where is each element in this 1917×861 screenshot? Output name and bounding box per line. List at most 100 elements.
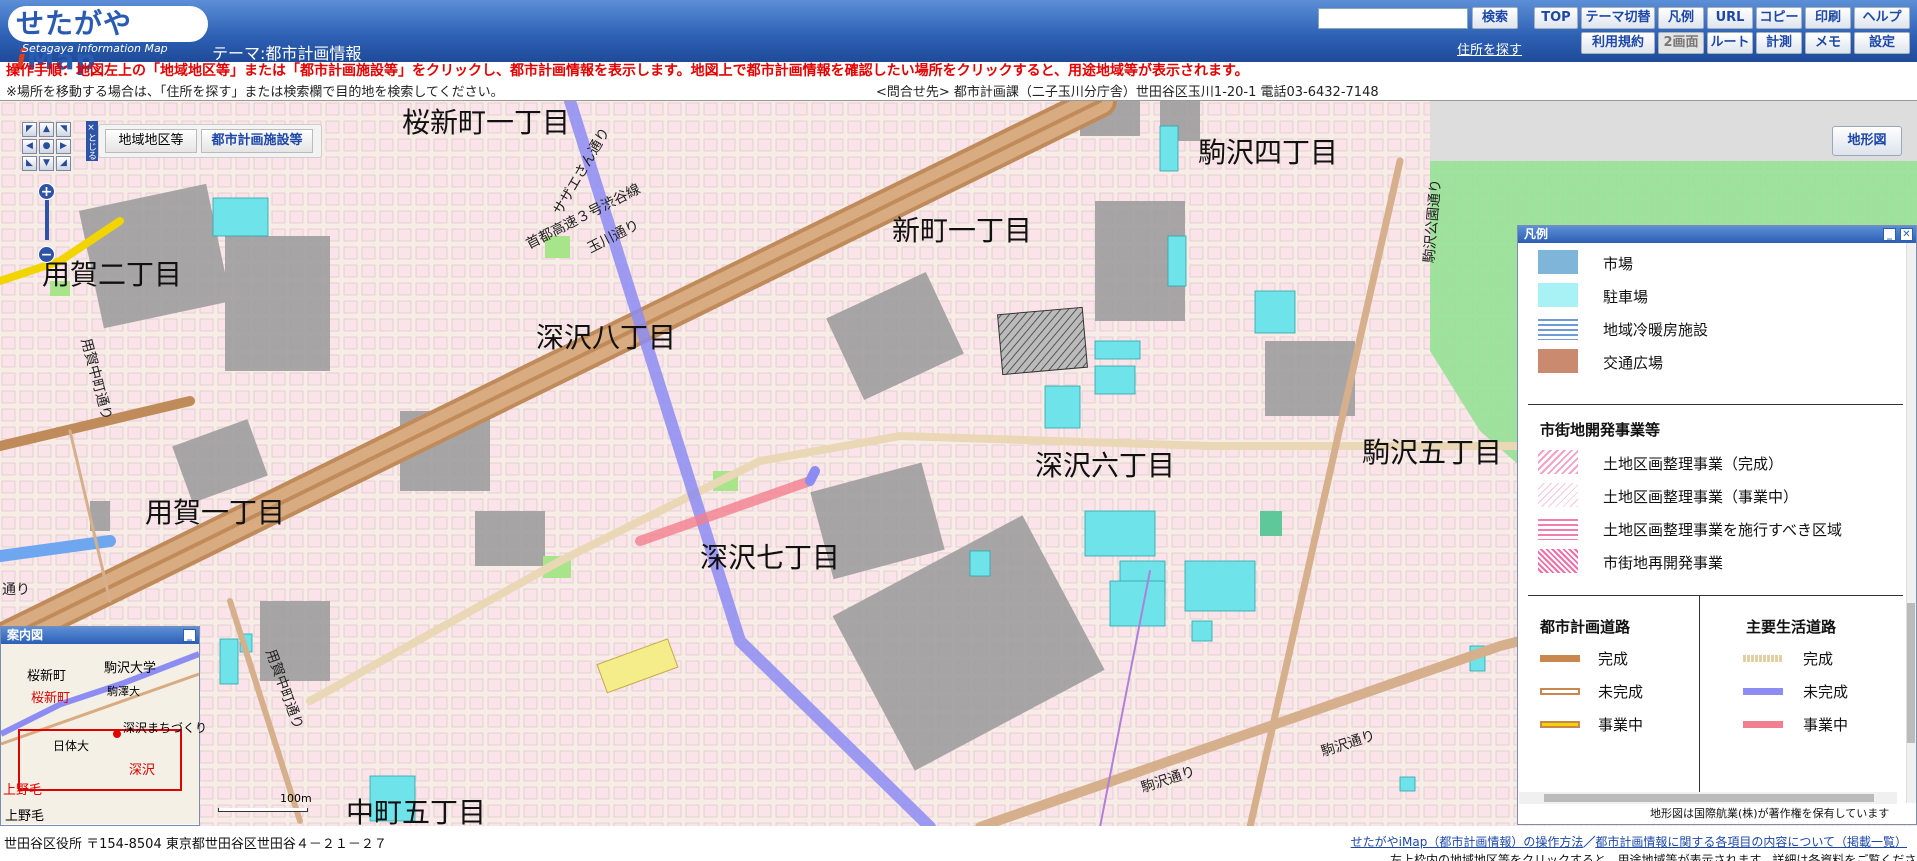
top-button[interactable]: TOP: [1534, 7, 1578, 29]
legend-swatch: [1538, 250, 1578, 274]
print-button[interactable]: 印刷: [1805, 7, 1851, 29]
legend-line-swatch: [1743, 655, 1783, 662]
legend-label: 事業中: [1803, 716, 1849, 734]
footer: 世田谷区役所 〒154-8504 東京都世田谷区世田谷４－２１－２７ せたがやi…: [0, 827, 1917, 861]
pan-northwest-button[interactable]: ◤: [22, 122, 37, 137]
route-button[interactable]: ルート: [1707, 32, 1753, 54]
legend-swatch: [1538, 283, 1578, 307]
center-button[interactable]: ●: [39, 139, 54, 154]
legend-label: 完成: [1803, 650, 1834, 668]
guide-title: 案内図: [7, 628, 44, 642]
zoom-slider[interactable]: [45, 200, 49, 240]
guide-label: 桜新町: [31, 691, 71, 706]
guide-label: 桜新町: [27, 669, 67, 684]
scroll-thumb[interactable]: [1907, 603, 1915, 743]
guide-label: 上野毛: [3, 783, 43, 798]
terrain-map-button[interactable]: 地形図: [1832, 126, 1902, 156]
memo-button[interactable]: メモ: [1805, 32, 1851, 54]
legend-swatch: [1538, 316, 1578, 340]
help-link[interactable]: せたがやiMap（都市計画情報）の操作方法: [1351, 835, 1584, 849]
items-link[interactable]: 都市計画情報に関する各項目の内容について（掲載一覧）: [1595, 835, 1907, 849]
copyright-text: 地形図は国際航業(株)が著作権を保有しています: [1650, 807, 1890, 820]
legend-hscrollbar[interactable]: [1519, 792, 1897, 804]
zoom-in-button[interactable]: +: [38, 183, 55, 200]
measure-button[interactable]: 計測: [1756, 32, 1802, 54]
footer-links: せたがやiMap（都市計画情報）の操作方法／都市計画情報に関する各項目の内容につ…: [1351, 833, 1907, 850]
pan-south-button[interactable]: ▼: [39, 156, 54, 171]
divider: [1528, 595, 1903, 596]
scale-bar: 100m: [218, 792, 338, 816]
guide-map-panel: 案内図 _ 桜新町 駒沢大学 桜新町 駒澤大 深沢まちづくり 日体大 深沢 上野…: [0, 626, 207, 826]
legend-label: 市街地再開発事業: [1603, 554, 1724, 572]
pan-northeast-button[interactable]: ◥: [56, 122, 71, 137]
dual-screen-button[interactable]: 2画面: [1658, 32, 1704, 54]
town-label: 駒沢四丁目: [1198, 136, 1339, 169]
settings-button[interactable]: 設定: [1854, 32, 1910, 54]
pan-southwest-button[interactable]: ◣: [22, 156, 37, 171]
town-label: 駒沢五丁目: [1362, 436, 1503, 469]
theme-switch-button[interactable]: テーマ切替: [1581, 7, 1655, 29]
app-root: せたがやiMap Setagaya information Map テーマ:都市…: [0, 0, 1917, 861]
contact-text: <問合せ先> 都市計画課（二子玉川分庁舎）世田谷区玉川1-20-1 電話03-6…: [876, 85, 1379, 100]
scroll-thumb[interactable]: [1544, 794, 1874, 802]
town-label: 深沢六丁目: [1035, 449, 1176, 482]
legend-panel: 凡例 _ ✕ 市場 駐車場 地域冷暖房施設 交通広場 市街地開発事業等 土地区画…: [1517, 225, 1917, 825]
legend-line-swatch: [1743, 721, 1783, 728]
pan-southeast-button[interactable]: ◢: [56, 156, 71, 171]
legend-label: 完成: [1598, 650, 1629, 668]
copy-button[interactable]: コピー: [1756, 7, 1802, 29]
urban-road-heading: 都市計画道路: [1540, 618, 1631, 636]
minimize-icon[interactable]: _: [183, 629, 196, 642]
address-search-link[interactable]: 住所を探す: [1457, 39, 1522, 58]
legend-title: 凡例: [1524, 227, 1549, 241]
header-bar: せたがやiMap Setagaya information Map テーマ:都市…: [0, 0, 1917, 76]
url-button[interactable]: URL: [1707, 7, 1753, 29]
legend-line-swatch: [1540, 655, 1580, 662]
note-text: ※場所を移動する場合は、「住所を探す」または検索欄で目的地を検索してください。: [6, 85, 504, 100]
tab-zoning[interactable]: 地域地区等: [105, 129, 197, 153]
legend-swatch: [1538, 450, 1578, 474]
guide-label: 深沢まちづくり: [123, 721, 208, 735]
minimize-icon[interactable]: _: [1883, 228, 1896, 241]
legend-label: 駐車場: [1603, 288, 1649, 306]
pan-west-button[interactable]: ◀: [22, 139, 37, 154]
main-road-heading: 主要生活道路: [1746, 618, 1837, 636]
close-icon[interactable]: ✕: [1900, 228, 1913, 241]
legend-button[interactable]: 凡例: [1658, 7, 1704, 29]
search-button[interactable]: 検索: [1472, 7, 1518, 29]
divider: [1699, 595, 1700, 800]
guide-label: 駒沢大学: [104, 661, 157, 676]
town-label: 新町一丁目: [892, 214, 1033, 247]
collapse-tab[interactable]: ×とじる: [86, 121, 98, 161]
footer-address: 世田谷区役所 〒154-8504 東京都世田谷区世田谷４－２１－２７: [4, 837, 387, 852]
town-label: 深沢七丁目: [700, 541, 841, 574]
legend-label: 未完成: [1803, 683, 1849, 701]
town-label: 中町五丁目: [346, 796, 487, 826]
search-input[interactable]: [1318, 8, 1468, 29]
pan-east-button[interactable]: ▶: [56, 139, 71, 154]
legend-swatch: [1538, 516, 1578, 540]
legend-swatch: [1538, 349, 1578, 373]
legend-label: 土地区画整理事業（事業中）: [1603, 488, 1799, 506]
legend-swatch: [1538, 549, 1578, 573]
legend-label: 土地区画整理事業（完成）: [1603, 455, 1784, 473]
tab-urban-facilities[interactable]: 都市計画施設等: [201, 129, 313, 153]
guide-label: 駒澤大: [107, 685, 140, 698]
legend-line-swatch: [1540, 688, 1580, 695]
help-button[interactable]: ヘルプ: [1854, 7, 1910, 29]
town-label: 用賀二丁目: [42, 258, 183, 291]
zoom-out-button[interactable]: −: [38, 246, 55, 263]
legend-scrollbar[interactable]: [1906, 243, 1916, 803]
legend-label: 未完成: [1598, 683, 1644, 701]
scale-label: 100m: [280, 792, 312, 805]
redevelopment-heading: 市街地開発事業等: [1540, 421, 1661, 439]
legend-label: 市場: [1603, 255, 1634, 273]
legend-line-swatch: [1540, 721, 1580, 728]
legend-swatch: [1538, 483, 1578, 507]
instruction-text: 操作手順：地図左上の「地域地区等」または「都市計画施設等」をクリックし、都市計画…: [6, 63, 1249, 79]
divider: [1528, 404, 1903, 405]
town-label: 深沢八丁目: [536, 321, 677, 354]
terms-button[interactable]: 利用規約: [1581, 32, 1655, 54]
logo-title: せたがやiMap: [8, 6, 208, 76]
pan-north-button[interactable]: ▲: [39, 122, 54, 137]
